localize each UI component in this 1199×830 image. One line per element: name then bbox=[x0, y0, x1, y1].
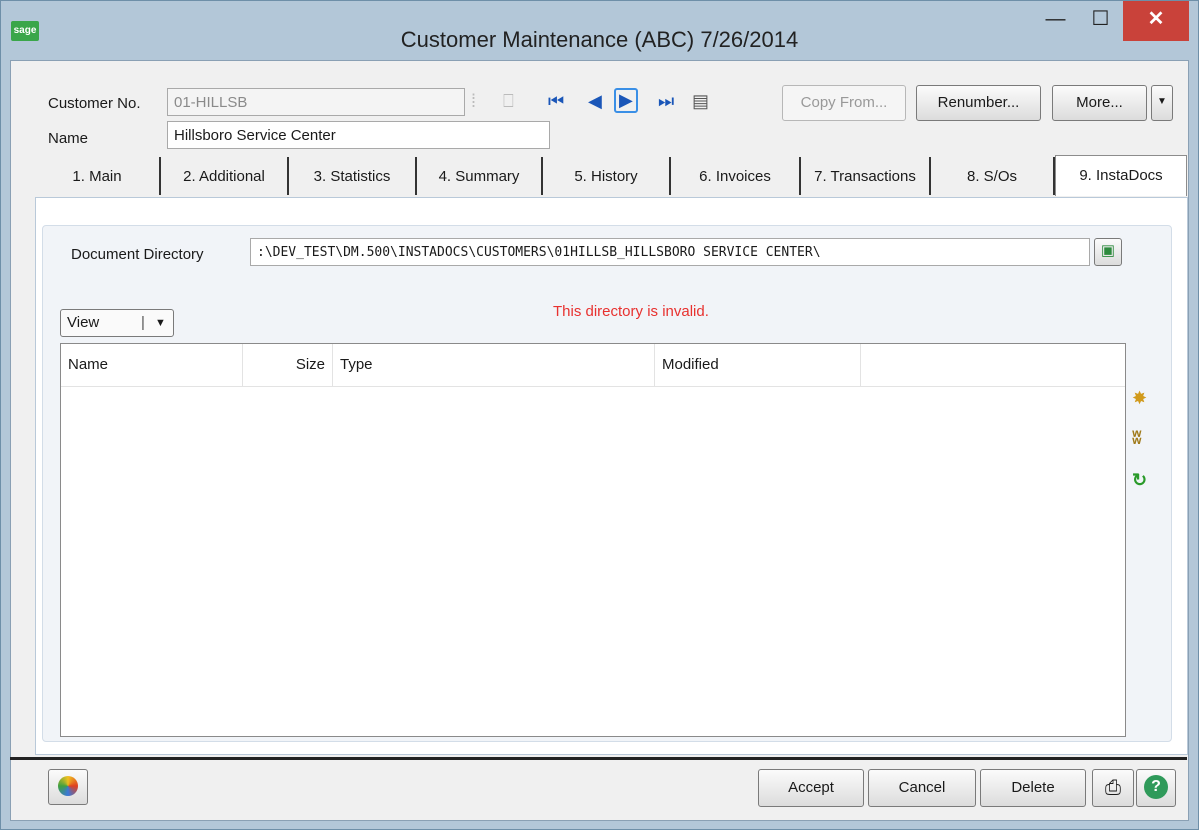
tab-history[interactable]: 5. History bbox=[543, 157, 671, 195]
color-wheel-button[interactable] bbox=[48, 769, 88, 805]
more-dropdown-button[interactable]: ▼ bbox=[1151, 85, 1173, 121]
view-label: View bbox=[67, 314, 100, 331]
more-button[interactable]: More... bbox=[1052, 85, 1147, 121]
tab-sos[interactable]: 8. S/Os bbox=[931, 157, 1055, 195]
color-wheel-icon bbox=[58, 776, 78, 797]
tab-statistics[interactable]: 3. Statistics bbox=[289, 157, 417, 195]
name-label: Name bbox=[48, 130, 89, 147]
footer-separator bbox=[10, 757, 1187, 760]
last-record-icon[interactable]: ⏭ bbox=[658, 91, 674, 112]
maximize-icon: ☐ bbox=[1091, 8, 1110, 30]
folder-icon: ▣ bbox=[1100, 242, 1116, 259]
name-field[interactable]: Hillsboro Service Center bbox=[167, 121, 550, 149]
wand-icon[interactable]: ✸ bbox=[1132, 388, 1147, 409]
next-record-icon[interactable]: ▶ bbox=[614, 88, 638, 113]
minimize-icon: — bbox=[1045, 8, 1066, 30]
customer-no-label: Customer No. bbox=[48, 95, 141, 112]
invalid-directory-message: This directory is invalid. bbox=[553, 303, 709, 320]
tab-transactions[interactable]: 7. Transactions bbox=[801, 157, 931, 195]
chevron-down-icon: ▼ bbox=[155, 317, 166, 329]
previous-record-icon[interactable]: ◀ bbox=[588, 91, 602, 112]
tab-instadocs[interactable]: 9. InstaDocs bbox=[1055, 155, 1187, 196]
tab-additional[interactable]: 2. Additional bbox=[161, 157, 289, 195]
close-icon: ✕ bbox=[1147, 8, 1165, 30]
minimize-button[interactable]: — bbox=[1033, 1, 1078, 41]
first-record-icon[interactable]: ⏮ bbox=[548, 91, 564, 112]
column-header-name[interactable]: Name bbox=[61, 344, 243, 386]
binoculars-icon[interactable]: ʬ bbox=[1132, 428, 1142, 449]
calendar-icon[interactable]: ▤ bbox=[692, 91, 709, 112]
chevron-down-icon: ▼ bbox=[1157, 96, 1167, 107]
close-button[interactable]: ✕ bbox=[1123, 1, 1189, 41]
view-dropdown[interactable]: View | ▼ bbox=[60, 309, 174, 337]
cancel-button[interactable]: Cancel bbox=[868, 769, 976, 807]
title-bar[interactable]: sage Customer Maintenance (ABC) 7/26/201… bbox=[1, 1, 1198, 61]
new-icon[interactable]: ⎕ bbox=[503, 91, 514, 112]
tab-summary[interactable]: 4. Summary bbox=[417, 157, 543, 195]
document-directory-label: Document Directory bbox=[71, 246, 204, 263]
column-header-size[interactable]: Size bbox=[243, 344, 333, 386]
copy-from-button[interactable]: Copy From... bbox=[782, 85, 906, 121]
delete-button[interactable]: Delete bbox=[980, 769, 1086, 807]
maximize-button[interactable]: ☐ bbox=[1078, 1, 1123, 41]
accept-button[interactable]: Accept bbox=[758, 769, 864, 807]
column-header-type[interactable]: Type bbox=[333, 344, 655, 386]
help-button[interactable]: ? bbox=[1136, 769, 1176, 807]
help-icon: ? bbox=[1144, 775, 1168, 800]
customer-no-field[interactable]: 01-HILLSB bbox=[167, 88, 465, 116]
renumber-button[interactable]: Renumber... bbox=[916, 85, 1041, 121]
lookup-icon[interactable]: ⁞ bbox=[471, 91, 476, 112]
header-divider bbox=[61, 386, 1125, 387]
documents-list[interactable]: Name Size Type Modified bbox=[60, 343, 1126, 737]
column-header-modified[interactable]: Modified bbox=[655, 344, 861, 386]
refresh-icon[interactable]: ↻ bbox=[1132, 470, 1147, 491]
tab-invoices[interactable]: 6. Invoices bbox=[671, 157, 801, 195]
window-title: Customer Maintenance (ABC) 7/26/2014 bbox=[400, 27, 799, 52]
tab-main[interactable]: 1. Main bbox=[35, 157, 161, 195]
view-divider: | bbox=[141, 314, 145, 331]
print-button[interactable]: ⎙ bbox=[1092, 769, 1134, 807]
document-directory-field[interactable]: :\DEV_TEST\DM.500\INSTADOCS\CUSTOMERS\01… bbox=[250, 238, 1090, 266]
browse-folder-button[interactable]: ▣ bbox=[1094, 238, 1122, 266]
printer-icon: ⎙ bbox=[1105, 777, 1121, 799]
